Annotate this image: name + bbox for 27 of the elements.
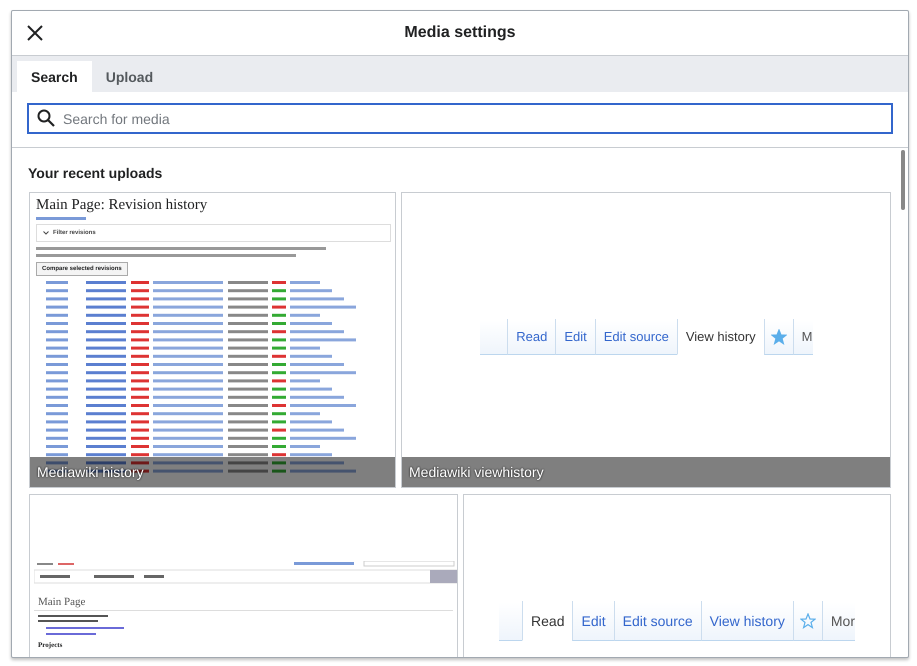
tab-spacer [480,319,508,355]
thumbnail-caption: Mediawiki viewhistory [402,457,890,487]
upload-thumbnail[interactable]: Read Edit Edit source View history M Mediawiki viewhistory [401,192,891,488]
page-tab: Read [507,319,556,355]
page-tab: Mor [822,601,855,641]
tab[interactable]: Upload [92,61,168,93]
page-tab: View history [700,601,793,641]
page-tab: Edit source [594,319,677,355]
page-tab: Edit source [614,601,701,641]
page-tab: Edit [572,601,614,641]
blurred-link-line [36,217,86,221]
search-field[interactable]: Search for media [27,103,893,134]
page-tab: Read [522,601,572,641]
scrollbar[interactable] [901,150,905,210]
page-title: Main Page [34,594,453,611]
dialog-title: Media settings [404,24,516,42]
star-icon [800,612,816,628]
tab[interactable]: Search [17,61,92,93]
filled-star-icon [770,328,787,344]
section-title: Your recent uploads [28,165,164,181]
upload-thumbnail[interactable]: Read Edit Edit source View history Mor [463,494,891,657]
chevron-icon [43,231,49,235]
close-icon[interactable] [27,25,43,41]
page-tab: M [792,319,812,355]
search-icon [37,109,55,127]
page-tab: Edit [555,319,595,355]
page-title: Main Page: Revision history [36,197,208,214]
